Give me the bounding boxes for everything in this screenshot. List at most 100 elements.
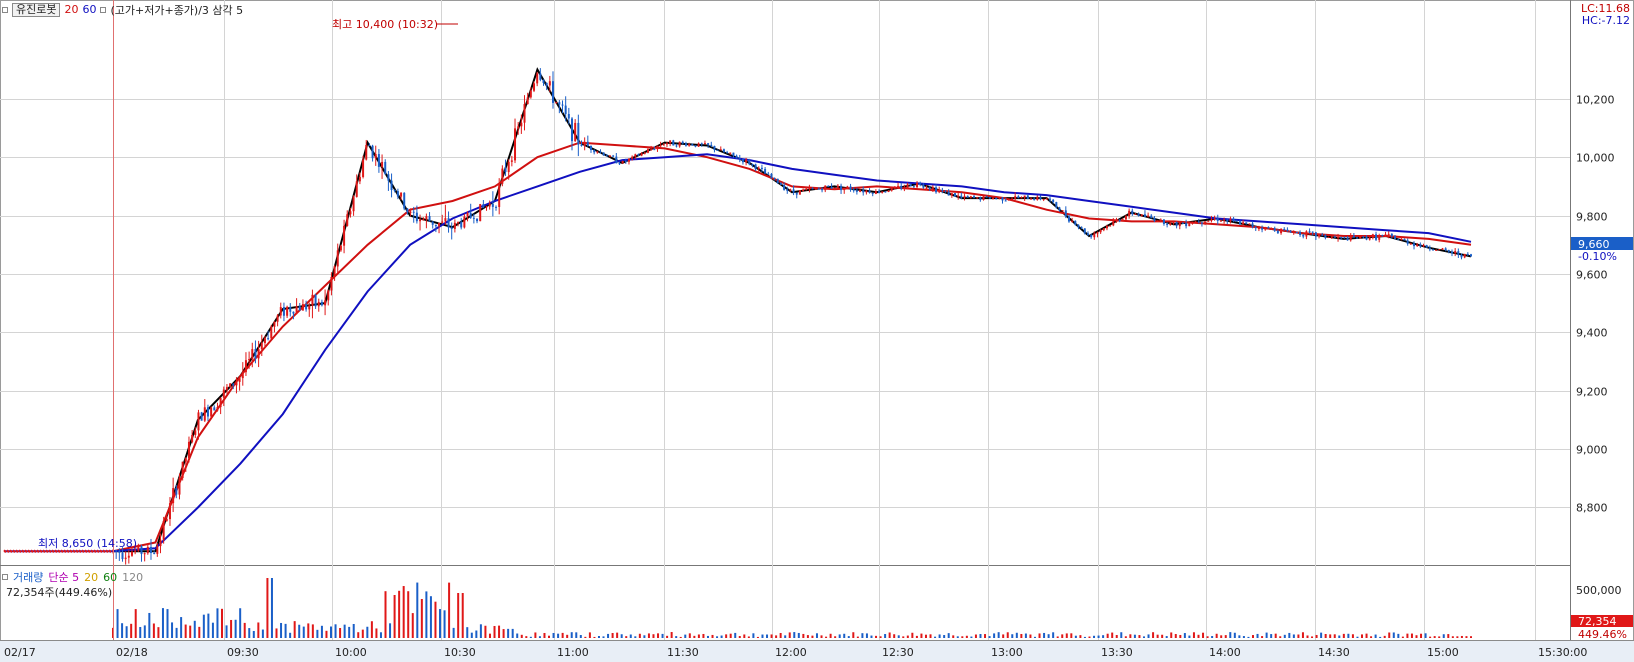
candle — [764, 168, 767, 174]
stock-name-button[interactable]: 유진로봇 — [12, 2, 61, 17]
candle — [928, 187, 931, 189]
volume-bar — [797, 632, 800, 638]
candle — [890, 188, 893, 191]
candle — [1137, 213, 1140, 216]
candle — [1352, 235, 1355, 238]
volume-toggle-icon[interactable] — [2, 574, 8, 580]
x-tick-label: 10:30 — [444, 646, 476, 659]
candle — [1058, 207, 1061, 211]
candle — [779, 183, 782, 185]
candle — [1286, 229, 1289, 232]
candle — [1428, 247, 1431, 250]
legend-toggle-icon[interactable] — [2, 6, 8, 13]
candle — [428, 216, 431, 222]
volume-bar — [561, 632, 564, 638]
volume-bar — [1465, 636, 1468, 638]
candle — [1283, 229, 1286, 231]
candle — [1042, 199, 1045, 201]
volume-bar — [543, 632, 546, 638]
candle — [612, 155, 615, 157]
candle — [552, 81, 555, 103]
candle — [548, 81, 551, 86]
volume-bar — [697, 634, 700, 638]
candle — [1349, 235, 1352, 241]
volume-bar — [938, 634, 941, 638]
volume-bar — [1083, 636, 1086, 638]
candle — [868, 190, 871, 193]
volume-ma20: 20 — [84, 570, 99, 584]
volume-bar — [711, 634, 714, 638]
candle — [1223, 219, 1226, 221]
candle — [1134, 213, 1137, 215]
candle — [355, 181, 358, 197]
candle — [653, 149, 656, 151]
x-tick-label: 13:30 — [1101, 646, 1133, 659]
candle — [1121, 219, 1124, 221]
candle — [172, 488, 175, 504]
candle — [954, 193, 957, 197]
volume-bar — [289, 632, 292, 638]
volume-bar — [216, 608, 219, 638]
candle — [1140, 214, 1143, 216]
volume-bar — [1288, 632, 1291, 638]
candle — [1289, 231, 1292, 233]
candle — [254, 349, 257, 359]
candle — [1340, 237, 1343, 239]
candle — [425, 216, 428, 220]
candle — [735, 155, 738, 159]
candle — [669, 140, 672, 144]
candle — [282, 307, 285, 316]
candle — [1229, 218, 1232, 222]
volume-bar — [634, 636, 637, 638]
candle — [1362, 236, 1365, 238]
candle — [662, 144, 665, 146]
candle — [1435, 249, 1438, 251]
x-tick-label: 12:30 — [882, 646, 914, 659]
volume-bar — [1197, 634, 1200, 638]
candle — [374, 154, 377, 159]
candle — [27, 549, 31, 553]
candle — [244, 360, 247, 373]
candle — [324, 300, 327, 306]
candle — [343, 225, 346, 246]
candle — [438, 222, 441, 227]
volume-bar — [770, 634, 773, 638]
candle — [1444, 248, 1447, 251]
candle — [1441, 248, 1444, 250]
candle — [30, 549, 34, 553]
candle — [621, 161, 624, 164]
candle — [482, 204, 485, 208]
volume-bar — [221, 608, 224, 638]
volume-bar — [357, 632, 360, 638]
candle — [1159, 219, 1162, 221]
candle — [1460, 254, 1463, 258]
y-tick-label: 10,000 — [1576, 152, 1615, 165]
volume-bar — [1279, 636, 1282, 638]
volume-bar — [666, 635, 669, 638]
candle — [472, 217, 475, 219]
volume-last-value: 72,354 — [1578, 615, 1617, 628]
candle — [1451, 251, 1454, 254]
candle — [1105, 226, 1108, 229]
volume-bar — [693, 635, 696, 638]
candle — [966, 195, 969, 198]
candle — [919, 182, 922, 185]
volume-bar — [1061, 634, 1064, 638]
volume-bar — [152, 623, 155, 638]
candle — [732, 152, 735, 156]
candle — [770, 173, 773, 178]
volume-bar — [393, 594, 396, 638]
candle — [137, 546, 140, 551]
candle — [99, 549, 103, 553]
candle — [371, 145, 374, 159]
volume-bar — [1183, 633, 1186, 638]
candle — [143, 553, 146, 555]
candle — [327, 290, 330, 301]
volume-bar — [1233, 632, 1236, 638]
candle — [159, 539, 162, 547]
candle — [12, 549, 16, 553]
stock-chart: 10,200 10,000 9,800 9,600 9,400 9,200 9,000 8,8… — [0, 0, 1634, 662]
legend-pivot-toggle-icon[interactable] — [100, 6, 107, 13]
candle — [197, 412, 200, 431]
volume-bar — [657, 633, 660, 638]
